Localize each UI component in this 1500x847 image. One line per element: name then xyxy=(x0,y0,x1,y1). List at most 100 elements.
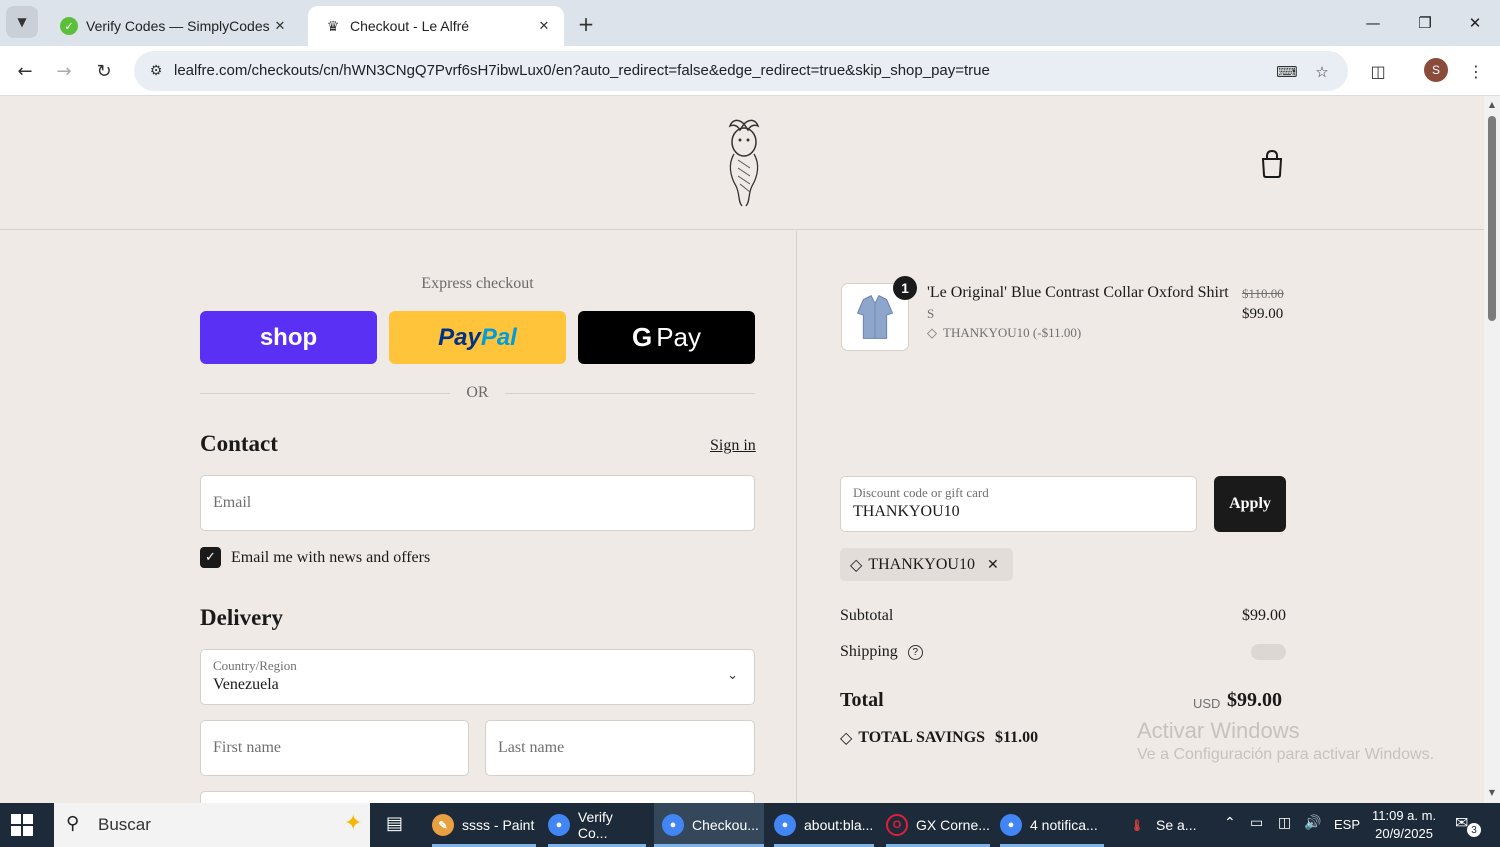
page-scrollbar[interactable]: ▲ ▼ xyxy=(1484,96,1500,803)
total-value: $99.00 xyxy=(1227,689,1282,711)
activate-windows-subtitle: Ve a Configuración para activar Windows. xyxy=(1137,746,1435,763)
country-value: Venezuela xyxy=(213,676,279,693)
gpay-label: Pay xyxy=(656,322,702,352)
volume-icon[interactable]: 🔊 xyxy=(1304,815,1321,831)
thermometer-icon: 🌡 xyxy=(1130,819,1144,832)
store-logo-icon[interactable] xyxy=(716,116,772,210)
task-view-icon[interactable]: ▤ xyxy=(386,813,403,834)
tab-search-chevron-icon[interactable]: ▼ xyxy=(6,6,38,38)
shop-pay-button[interactable]: shop xyxy=(200,311,377,364)
tab-strip: ▼ ✓ Verify Codes — SimplyCodes ✕ ♛ Check… xyxy=(0,0,1500,46)
kebab-menu-icon[interactable]: ⋮ xyxy=(1463,58,1489,84)
new-tab-plus-icon[interactable]: + xyxy=(572,10,600,38)
google-pay-button[interactable]: G Pay xyxy=(578,311,755,364)
shipping-row: Shipping ? xyxy=(840,643,923,661)
minimize-icon[interactable]: — xyxy=(1358,8,1388,38)
quantity-badge: 1 xyxy=(893,276,917,300)
task-chrome-notifications[interactable]: ● 4 notifica... xyxy=(1000,803,1104,847)
close-tab-icon[interactable]: ✕ xyxy=(270,16,290,36)
extensions-puzzle-icon[interactable]: ◫ xyxy=(1365,58,1391,84)
restore-icon[interactable]: ❐ xyxy=(1410,8,1440,38)
product-name: 'Le Original' Blue Contrast Collar Oxfor… xyxy=(927,284,1229,301)
discount-code-field[interactable]: Discount code or gift card THANKYOU10 xyxy=(840,476,1197,532)
windows-taskbar: ⚲ Buscar ✦ ▤ ✎ ssss - Paint ● Verify Co.… xyxy=(0,803,1500,847)
back-arrow-icon[interactable]: ← xyxy=(11,57,39,85)
remove-code-icon[interactable]: ✕ xyxy=(987,557,999,573)
newsletter-label: Email me with news and offers xyxy=(231,548,431,566)
task-opera-gx[interactable]: O GX Corne... xyxy=(886,803,990,847)
paint-app-icon: ✎ xyxy=(432,814,454,836)
google-g-icon: G xyxy=(631,322,653,352)
bookmark-star-icon[interactable]: ☆ xyxy=(1311,61,1333,83)
site-info-icon[interactable]: ⚙ xyxy=(142,57,170,85)
translate-icon[interactable]: ⌨ xyxy=(1276,61,1298,83)
sign-in-link[interactable]: Sign in xyxy=(710,437,756,455)
email-field[interactable]: Email xyxy=(200,475,755,531)
scroll-down-arrow-icon[interactable]: ▼ xyxy=(1487,788,1497,798)
task-label: Verify Co... xyxy=(577,809,613,841)
country-label: Country/Region xyxy=(213,658,297,673)
chrome-icon: ● xyxy=(774,814,796,836)
subtotal-value: $99.00 xyxy=(1242,607,1286,624)
savings-value: $11.00 xyxy=(995,728,1039,746)
task-label: ssss - Paint xyxy=(462,817,535,833)
country-select[interactable]: Country/Region Venezuela ⌄ xyxy=(200,649,755,705)
task-paint[interactable]: ✎ ssss - Paint xyxy=(432,803,536,847)
language-indicator[interactable]: ESP xyxy=(1334,817,1360,832)
checkmark-icon[interactable]: ✓ xyxy=(200,547,221,568)
tab-verify-codes[interactable]: ✓ Verify Codes — SimplyCodes ✕ xyxy=(44,6,300,46)
paypal-button[interactable]: Pay Pal xyxy=(389,311,566,364)
chrome-icon: ● xyxy=(662,814,684,836)
tag-icon: ◇ xyxy=(840,728,853,747)
tag-icon: ◇ xyxy=(850,555,863,574)
discount-field-value: THANKYOU10 xyxy=(853,503,960,520)
profile-avatar[interactable]: S xyxy=(1424,58,1448,82)
apply-button[interactable]: Apply xyxy=(1214,476,1286,532)
cart-bag-icon[interactable] xyxy=(1259,150,1285,178)
battery-icon[interactable]: ◫ xyxy=(1278,815,1291,831)
help-question-icon[interactable]: ? xyxy=(907,644,923,660)
forward-arrow-icon[interactable]: → xyxy=(50,57,78,85)
address-bar[interactable]: ⚙ lealfre.com/checkouts/cn/hWN3CNgQ7Pvrf… xyxy=(134,51,1348,91)
clock-time: 11:09 a. m. xyxy=(1372,808,1437,823)
notification-center-icon[interactable]: ✉ 3 xyxy=(1455,813,1481,837)
reload-icon[interactable]: ↻ xyxy=(90,57,118,85)
tray-chevron-up-icon[interactable]: ⌃ xyxy=(1224,815,1236,831)
clock-date: 20/9/2025 xyxy=(1375,826,1433,841)
task-chrome-verify[interactable]: ● Verify Co... xyxy=(548,803,646,847)
or-divider: OR xyxy=(200,383,755,403)
paypal-label-pay: Pay xyxy=(438,323,481,351)
task-chrome-checkout[interactable]: ● Checkou... xyxy=(654,803,764,847)
first-name-field[interactable]: First name xyxy=(200,720,469,776)
taskbar-search[interactable]: ⚲ Buscar ✦ xyxy=(54,803,370,847)
sparkle-icon: ✦ xyxy=(344,811,363,836)
task-label: about:bla... xyxy=(804,817,874,833)
task-chrome-blank[interactable]: ● about:bla... xyxy=(774,803,874,847)
search-placeholder: Buscar xyxy=(98,815,151,834)
checkout-form-column: Express checkout shop Pay Pal G Pay OR Con… xyxy=(0,231,797,803)
last-name-field[interactable]: Last name xyxy=(485,720,755,776)
url-text: lealfre.com/checkouts/cn/hWN3CNgQ7Pvrf6s… xyxy=(174,62,990,79)
email-placeholder: Email xyxy=(213,494,252,511)
scroll-up-arrow-icon[interactable]: ▲ xyxy=(1487,100,1497,110)
first-name-placeholder: First name xyxy=(213,739,281,756)
chrome-icon: ● xyxy=(548,814,570,836)
address-field[interactable] xyxy=(200,791,755,803)
activate-windows-title: Activar Windows xyxy=(1137,718,1300,743)
subtotal-label: Subtotal xyxy=(840,607,894,624)
discount-field-label: Discount code or gift card xyxy=(853,485,989,500)
close-window-icon[interactable]: ✕ xyxy=(1460,8,1490,38)
windows-start-icon[interactable] xyxy=(10,813,34,837)
tab-checkout[interactable]: ♛ Checkout - Le Alfré ✕ xyxy=(308,6,564,46)
scroll-thumb[interactable] xyxy=(1488,116,1496,321)
system-clock[interactable]: 11:09 a. m. 20/9/2025 xyxy=(1372,807,1436,843)
task-label: Checkou... xyxy=(692,817,759,833)
task-weather[interactable]: 🌡 Se a... xyxy=(1126,803,1206,847)
network-icon[interactable]: ▭ xyxy=(1250,815,1263,831)
search-icon: ⚲ xyxy=(66,813,80,834)
close-tab-icon[interactable]: ✕ xyxy=(534,16,554,36)
product-variant: S xyxy=(927,306,935,321)
contact-heading: Contact xyxy=(200,431,278,456)
newsletter-option[interactable]: ✓ Email me with news and offers xyxy=(200,547,430,568)
total-currency: USD xyxy=(1193,696,1221,711)
